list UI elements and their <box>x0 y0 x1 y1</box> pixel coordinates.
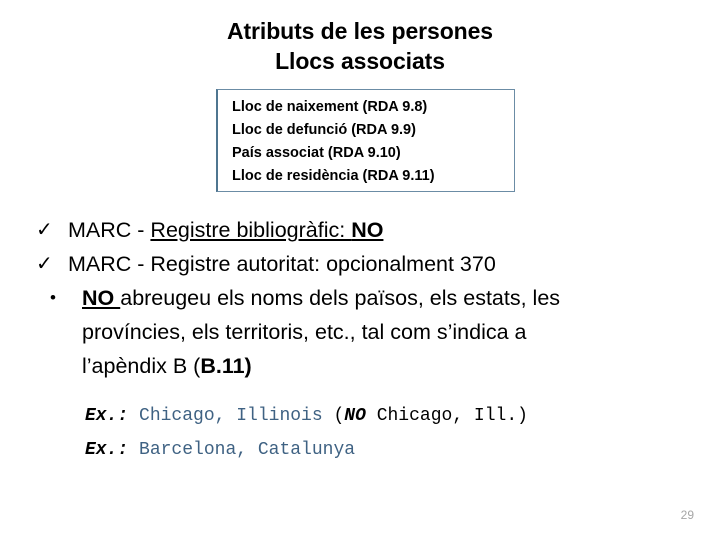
list-item: ✓ MARC - Registre bibliogràfic: NO <box>36 213 696 247</box>
example-line-1: Ex.: Chicago, Illinois (NO Chicago, Ill.… <box>85 399 528 433</box>
example-line-2: Ex.: Barcelona, Catalunya <box>85 433 528 467</box>
example-blue-text: Chicago, Illinois <box>139 406 323 426</box>
continuation-line-1: províncies, els territoris, etc., tal co… <box>82 320 527 344</box>
title-line-2: Llocs associats <box>275 48 445 74</box>
example-blue-text: Barcelona, Catalunya <box>139 440 356 460</box>
bullet-list: ✓ MARC - Registre bibliogràfic: NO ✓ MAR… <box>36 213 696 383</box>
continuation-bold: B.11) <box>200 354 252 378</box>
bullet-prefix: MARC - <box>68 218 151 242</box>
page-number: 29 <box>680 508 694 522</box>
example-label: Ex.: <box>85 440 129 460</box>
list-item: ✓ MARC - Registre autoritat: opcionalmen… <box>36 247 696 281</box>
box-item-deathplace: Lloc de defunció (RDA 9.9) <box>232 122 416 138</box>
check-icon: ✓ <box>36 253 53 275</box>
bullet-underlined: Registre bibliogràfic: <box>150 218 352 242</box>
box-item-country: País associat (RDA 9.10) <box>232 145 401 161</box>
bullet-underlined-bold: NO <box>82 286 121 310</box>
rda-places-box: Lloc de naixement (RDA 9.8) Lloc de defu… <box>216 89 515 192</box>
title-line-1: Atributs de les persones <box>226 18 493 44</box>
list-item: • NO abreugeu els noms dels països, els … <box>36 281 696 315</box>
bullet-underlined-bold: NO <box>351 218 384 242</box>
example-label: Ex.: <box>85 406 129 426</box>
bullet-text-marc-auth: MARC - Registre autoritat: opcionalment … <box>68 252 496 276</box>
box-item-birthplace: Lloc de naixement (RDA 9.8) <box>232 99 428 115</box>
bullet-text-no-abbreviate: NO abreugeu els noms dels països, els es… <box>82 281 696 315</box>
dot-bullet-icon: • <box>50 288 56 307</box>
example-paren-open: ( <box>333 406 345 426</box>
continuation-line-2: l’apèndix B (B.11) <box>36 349 696 383</box>
continuation-plain: l’apèndix B ( <box>82 354 201 378</box>
bullet-text-marc-bib: MARC - Registre bibliogràfic: NO <box>68 213 696 247</box>
page-title: Atributs de les persones Llocs associats <box>0 16 720 76</box>
examples-block: Ex.: Chicago, Illinois (NO Chicago, Ill.… <box>85 399 528 467</box>
box-item-residence: Lloc de residència (RDA 9.11) <box>232 168 435 184</box>
example-black-rest: Chicago, Ill.) <box>365 406 528 426</box>
check-icon: ✓ <box>36 219 53 241</box>
slide-canvas: Atributs de les persones Llocs associats… <box>0 0 720 540</box>
example-no-word: NO <box>344 406 366 426</box>
bullet-suffix: abreugeu els noms dels països, els estat… <box>120 286 561 310</box>
